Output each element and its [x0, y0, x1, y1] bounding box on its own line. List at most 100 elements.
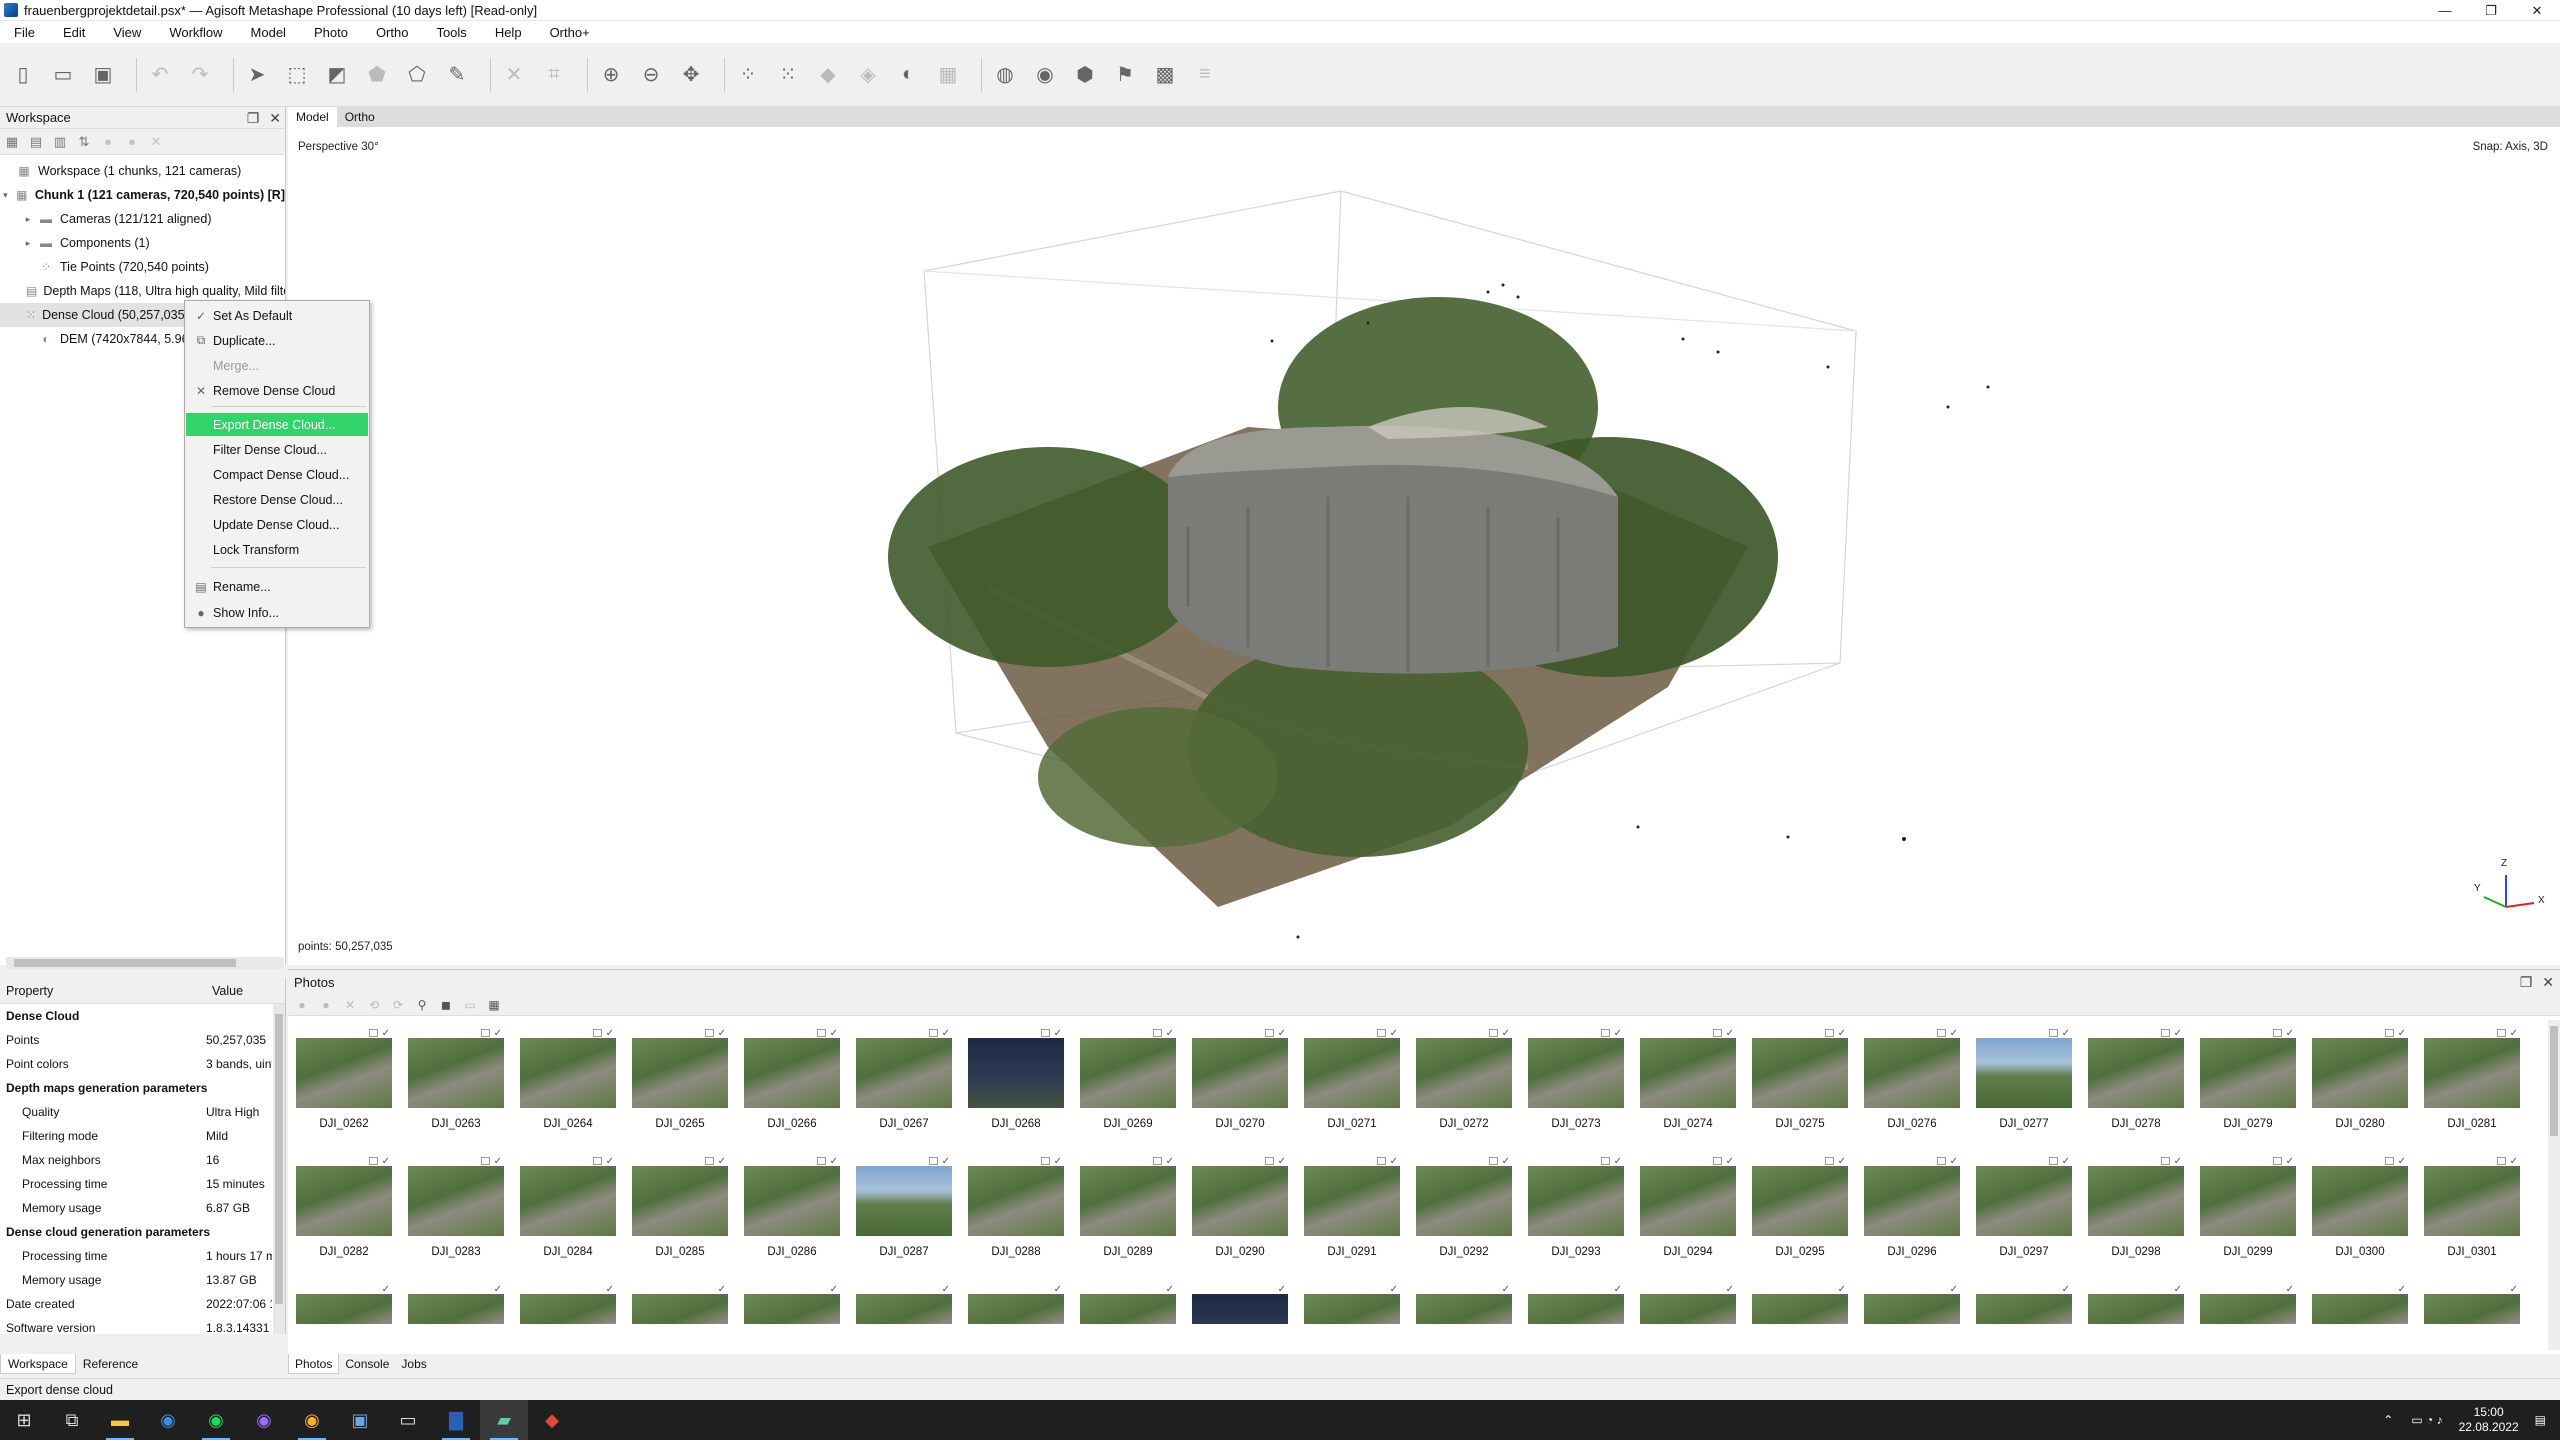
sort-icon[interactable]: ⇅ [76, 134, 92, 150]
photo-thumbnail[interactable]: ✓ DJI_0281 [2424, 1028, 2520, 1138]
photo-thumbnail[interactable]: ✓ DJI_0295 [1752, 1156, 1848, 1266]
photo-thumbnail[interactable]: ✓ DJI_0287 [856, 1156, 952, 1266]
photo-thumbnail[interactable]: ✓ DJI_0262 [296, 1028, 392, 1138]
photo-thumbnail[interactable]: ✓ DJI_0283 [408, 1156, 504, 1266]
photo-thumbnail[interactable]: ✓ [1192, 1284, 1288, 1324]
start-icon[interactable]: ⊞ [0, 1400, 48, 1440]
navigation-icon[interactable]: ➤ [242, 60, 272, 90]
polygon-icon[interactable]: ⬟ [362, 60, 392, 90]
menu-ortho[interactable]: Ortho [372, 23, 413, 42]
mesh-icon[interactable]: ◆ [813, 60, 843, 90]
photo-thumbnail[interactable]: ✓ [1080, 1284, 1176, 1324]
rotate-right-icon[interactable]: ⟳ [390, 997, 406, 1013]
photo-thumbnail[interactable]: ✓ DJI_0269 [1080, 1028, 1176, 1138]
remove-icon[interactable]: ✕ [148, 134, 164, 150]
undo-icon[interactable]: ↶ [145, 60, 175, 90]
metashape-taskbar-icon[interactable]: ▰ [480, 1400, 528, 1440]
photo-thumbnail[interactable]: ✓ [632, 1284, 728, 1324]
photo-thumbnail[interactable]: ✓ [856, 1284, 952, 1324]
photo-thumbnail[interactable]: ✓ DJI_0280 [2312, 1028, 2408, 1138]
image-quality-icon[interactable]: ▭ [462, 997, 478, 1013]
point-cloud-icon[interactable]: ⁘ [733, 60, 763, 90]
menu-help[interactable]: Help [491, 23, 526, 42]
task-view-icon[interactable]: ⧉ [48, 1400, 96, 1440]
app-red-icon[interactable]: ◆ [528, 1400, 576, 1440]
photo-thumbnail[interactable]: ✓ [296, 1284, 392, 1324]
mask-icon[interactable]: ◼ [438, 997, 454, 1013]
clock[interactable]: 15:00 22.08.2022 [2459, 1405, 2519, 1435]
close-icon[interactable]: ✕ [2542, 974, 2554, 991]
photo-thumbnail[interactable]: ✓ DJI_0272 [1416, 1028, 1512, 1138]
photo-thumbnail[interactable]: ✓ DJI_0298 [2088, 1156, 2184, 1266]
photo-thumbnail[interactable]: ✓ [1976, 1284, 2072, 1324]
menu-show-info[interactable]: ● Show Info... [186, 601, 368, 624]
photo-thumbnail[interactable]: ✓ [1640, 1284, 1736, 1324]
photo-thumbnail[interactable]: ✓ DJI_0288 [968, 1156, 1064, 1266]
menu-update-dense-cloud[interactable]: Update Dense Cloud... [186, 513, 368, 536]
photos-vscrollbar[interactable] [2548, 1020, 2560, 1350]
dem-icon[interactable]: ◐ [893, 60, 923, 90]
tab-ortho[interactable]: Ortho [337, 107, 383, 127]
zoom-out-icon[interactable]: ⊖ [636, 60, 666, 90]
chrome-icon[interactable]: ◉ [288, 1400, 336, 1440]
dense-cloud-icon[interactable]: ⁙ [773, 60, 803, 90]
camera-icon[interactable]: ◉ [1030, 60, 1060, 90]
pentagon-icon[interactable]: ⬠ [402, 60, 432, 90]
layers-icon[interactable]: ≡ [1190, 60, 1220, 90]
tiled-model-icon[interactable]: ◈ [853, 60, 883, 90]
menu-ortho-plus[interactable]: Ortho+ [546, 23, 594, 42]
photo-thumbnail[interactable]: ✓ DJI_0278 [2088, 1028, 2184, 1138]
add-folder-icon[interactable]: ▥ [52, 134, 68, 150]
photo-thumbnail[interactable]: ✓ [1304, 1284, 1400, 1324]
float-icon[interactable]: ❐ [247, 110, 260, 127]
shapes-icon[interactable]: ⬢ [1070, 60, 1100, 90]
photo-thumbnail[interactable]: ✓ DJI_0289 [1080, 1156, 1176, 1266]
markers-icon[interactable]: ⚑ [1110, 60, 1140, 90]
tray-chevron-icon[interactable]: ⌃ [2383, 1413, 2393, 1427]
ortho-icon[interactable]: ▦ [933, 60, 963, 90]
photo-thumbnail[interactable]: ✓ DJI_0282 [296, 1156, 392, 1266]
float-icon[interactable]: ❐ [2520, 974, 2533, 991]
photo-thumbnail[interactable]: ✓ DJI_0273 [1528, 1028, 1624, 1138]
rotate-left-icon[interactable]: ⟲ [366, 997, 382, 1013]
menu-photo[interactable]: Photo [310, 23, 352, 42]
tab-jobs[interactable]: Jobs [395, 1354, 432, 1374]
zoom-in-icon[interactable]: ⊕ [596, 60, 626, 90]
menu-lock-transform[interactable]: Lock Transform [186, 538, 368, 561]
photo-thumbnail[interactable]: ✓ DJI_0285 [632, 1156, 728, 1266]
tab-photos[interactable]: Photos [288, 1354, 340, 1374]
menu-restore-dense-cloud[interactable]: Restore Dense Cloud... [186, 488, 368, 511]
photo-thumbnail[interactable]: ✓ DJI_0274 [1640, 1028, 1736, 1138]
photo-thumbnail[interactable]: ✓ DJI_0265 [632, 1028, 728, 1138]
file-explorer-icon[interactable]: ▬ [96, 1400, 144, 1440]
draw-shape-icon[interactable]: ◩ [322, 60, 352, 90]
remove-camera-icon[interactable]: ✕ [342, 997, 358, 1013]
photo-thumbnail[interactable]: ✓ DJI_0299 [2200, 1156, 2296, 1266]
photo-thumbnail[interactable]: ✓ DJI_0296 [1864, 1156, 1960, 1266]
app-blue-icon[interactable]: ◉ [144, 1400, 192, 1440]
redo-icon[interactable]: ↷ [185, 60, 215, 90]
photo-thumbnail[interactable]: ✓ [408, 1284, 504, 1324]
photo-thumbnail[interactable]: ✓ DJI_0297 [1976, 1156, 2072, 1266]
close-icon[interactable]: ✕ [269, 110, 281, 127]
photo-thumbnail[interactable]: ✓ DJI_0275 [1752, 1028, 1848, 1138]
menu-remove-dense-cloud[interactable]: ✕ Remove Dense Cloud [186, 379, 368, 402]
menu-merge[interactable]: Merge... [186, 354, 368, 377]
photo-thumbnail[interactable]: ✓ DJI_0263 [408, 1028, 504, 1138]
menu-export-dense-cloud[interactable]: Export Dense Cloud... [186, 413, 368, 436]
photo-thumbnail[interactable]: ✓ DJI_0300 [2312, 1156, 2408, 1266]
photo-thumbnail[interactable]: ✓ [1864, 1284, 1960, 1324]
word-icon[interactable]: ▇ [432, 1400, 480, 1440]
tab-workspace[interactable]: Workspace [0, 1354, 76, 1374]
photo-thumbnail[interactable]: ✓ DJI_0266 [744, 1028, 840, 1138]
photo-thumbnail[interactable]: ✓ DJI_0291 [1304, 1156, 1400, 1266]
photo-thumbnail[interactable]: ✓ DJI_0271 [1304, 1028, 1400, 1138]
notification-icon[interactable]: ▤ [2535, 1413, 2546, 1427]
menu-workflow[interactable]: Workflow [165, 23, 226, 42]
photo-thumbnail[interactable]: ✓ DJI_0286 [744, 1156, 840, 1266]
tray-icons[interactable]: ▭ ◔ ♪ [2411, 1413, 2442, 1427]
open-project-icon[interactable]: ▭ [48, 60, 78, 90]
photo-thumbnail[interactable]: ✓ [968, 1284, 1064, 1324]
model-viewport[interactable]: Perspective 30° Snap: Axis, 3D points: 5… [288, 127, 2560, 965]
photo-thumbnail[interactable]: ✓ DJI_0279 [2200, 1028, 2296, 1138]
